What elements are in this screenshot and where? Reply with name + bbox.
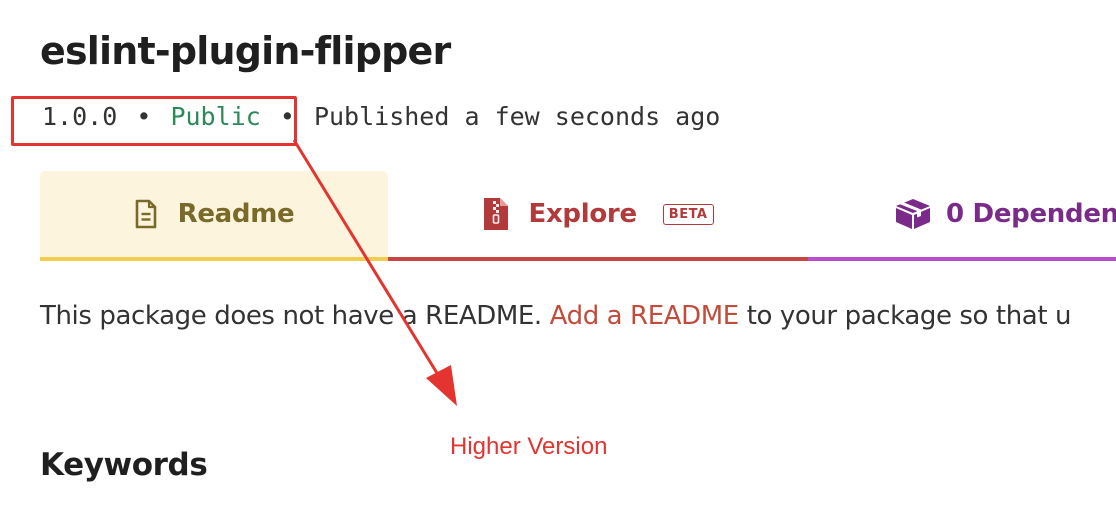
package-tabs: Readme Explore BETA 0 Dependen	[40, 171, 1116, 261]
zip-archive-icon	[483, 197, 509, 231]
readme-note-text: a README.	[393, 301, 550, 331]
tab-dependencies-label: 0 Dependen	[946, 199, 1116, 229]
document-icon	[134, 199, 158, 229]
version-highlight-box	[11, 96, 297, 146]
tab-explore[interactable]: Explore BETA	[388, 171, 808, 261]
package-title: eslint-plugin-flipper	[40, 29, 451, 73]
beta-badge: BETA	[662, 203, 714, 225]
published-time: Published a few seconds ago	[313, 102, 721, 131]
package-page: eslint-plugin-flipper 1.0.0 • Public • P…	[0, 0, 1116, 510]
add-readme-link[interactable]: Add a README	[550, 301, 740, 331]
tab-readme-label: Readme	[177, 199, 295, 229]
readme-note-text: This package does not have	[40, 301, 394, 331]
box-icon	[894, 198, 932, 230]
keywords-heading: Keywords	[40, 447, 208, 483]
tab-dependencies[interactable]: 0 Dependen	[808, 171, 1116, 261]
readme-missing-note: This package does not have a README. Add…	[40, 301, 1071, 331]
tab-explore-label: Explore	[528, 199, 638, 229]
tab-readme[interactable]: Readme	[40, 171, 388, 261]
readme-note-text: to your package so that u	[738, 301, 1072, 331]
annotation-label: Higher Version	[450, 433, 608, 460]
